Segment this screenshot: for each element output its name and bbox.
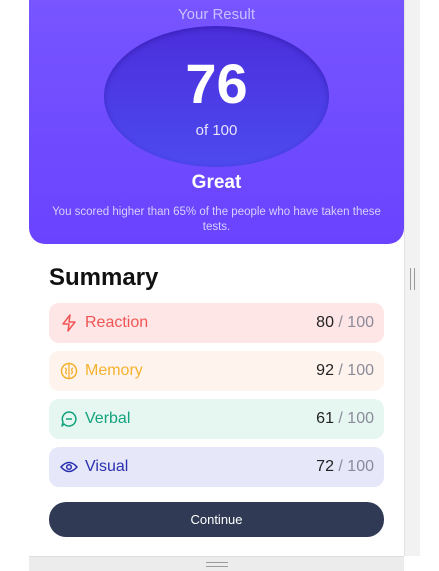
rating-label: Great [191, 172, 242, 193]
continue-button[interactable]: Continue [49, 502, 384, 537]
summary-item-score: 92 / 100 [316, 362, 374, 379]
result-description: You scored higher than 65% of the people… [52, 206, 381, 233]
brain-icon [60, 362, 78, 380]
vertical-resize-grip-icon[interactable] [410, 268, 415, 290]
vertical-resize-strip[interactable] [404, 0, 420, 556]
summary-item-reaction: Reaction 80 / 100 [49, 303, 384, 343]
summary-item-score: 61 / 100 [316, 410, 374, 427]
summary-item-label: Visual [85, 458, 129, 475]
summary-title: Summary [49, 264, 159, 291]
summary-item-label: Reaction [85, 314, 149, 331]
summary-item-memory: Memory 92 / 100 [49, 351, 384, 391]
horizontal-resize-strip[interactable] [29, 556, 404, 571]
result-heading: Your Result [178, 6, 255, 23]
chat-icon [60, 410, 78, 428]
summary-item-verbal: Verbal 61 / 100 [49, 399, 384, 439]
results-card: Your Result 76 of 100 Great You scored h… [29, 0, 404, 556]
summary-item-score: 80 / 100 [316, 314, 374, 331]
summary-item-visual: Visual 72 / 100 [49, 447, 384, 487]
eye-icon [60, 458, 78, 476]
summary-item-label: Verbal [85, 410, 131, 427]
score-circle: 76 of 100 [104, 26, 329, 167]
result-panel: Your Result 76 of 100 Great You scored h… [29, 0, 404, 244]
score-total: of 100 [195, 122, 238, 139]
score-value: 76 [185, 52, 248, 115]
summary-item-label: Memory [85, 362, 143, 379]
lightning-icon [60, 314, 78, 332]
horizontal-resize-grip-icon[interactable] [206, 562, 228, 567]
summary-item-score: 72 / 100 [316, 458, 374, 475]
